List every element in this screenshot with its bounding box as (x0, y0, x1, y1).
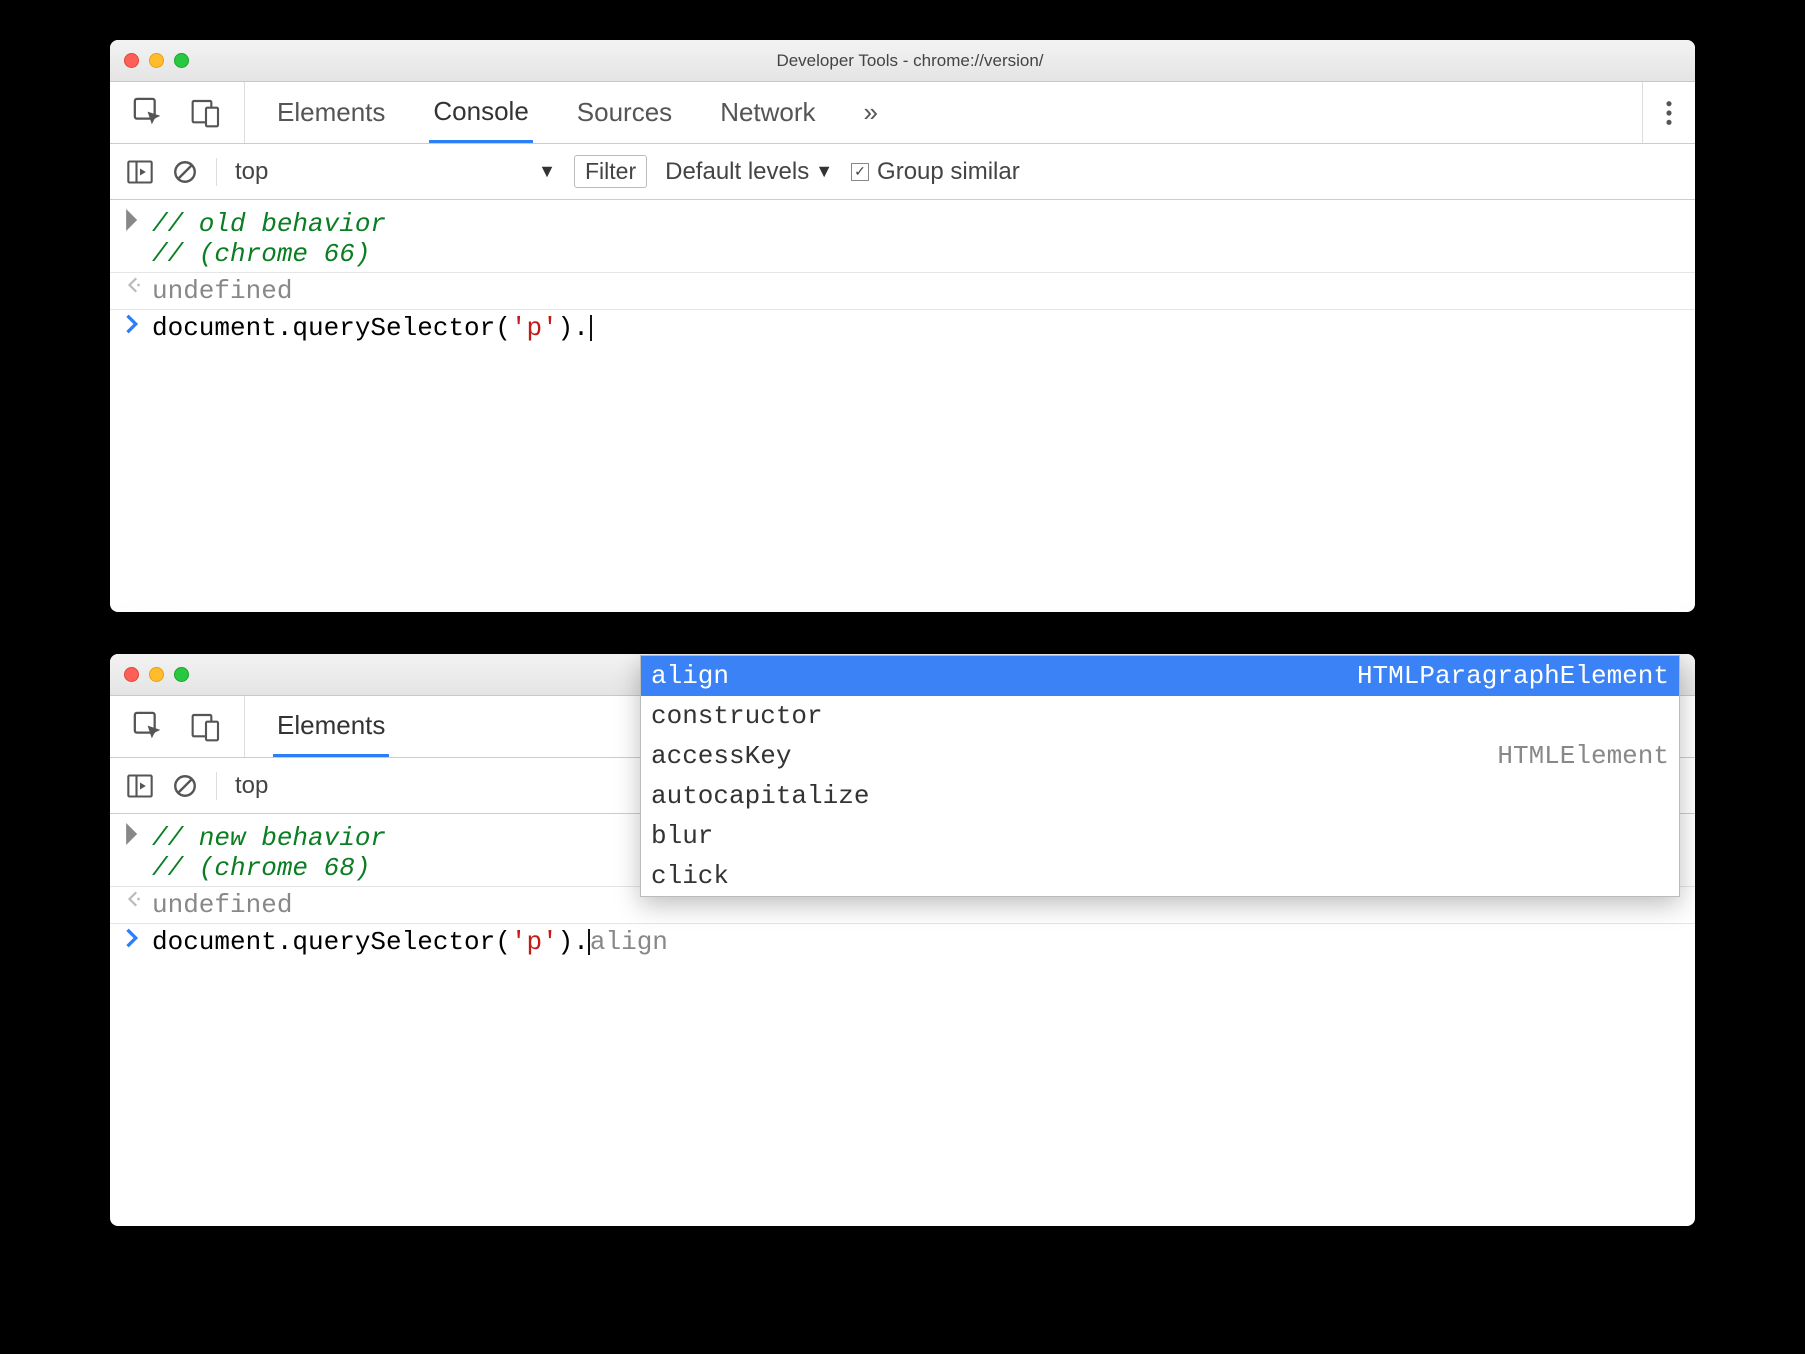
titlebar: Developer Tools - chrome://version/ (110, 40, 1695, 82)
clear-console-icon[interactable] (172, 773, 198, 799)
tab-network[interactable]: Network (716, 82, 819, 143)
prompt-icon (126, 927, 152, 949)
result-icon (126, 276, 152, 294)
context-label: top (235, 772, 268, 800)
tab-sources[interactable]: Sources (573, 82, 676, 143)
panel-tabs: Elements Console Sources Network » (245, 82, 1642, 143)
devtools-window-new: DevTools - todomvc.com/examples/react/ E… (110, 654, 1695, 1226)
console-prompt[interactable]: document.querySelector('p'). (110, 312, 1695, 344)
ac-type: HTMLParagraphElement (1357, 661, 1669, 691)
inspect-element-icon[interactable] (132, 96, 166, 130)
traffic-lights (124, 667, 189, 682)
toggle-sidebar-icon[interactable] (126, 158, 154, 186)
context-selector[interactable]: top (216, 772, 396, 800)
result-value: undefined (152, 276, 292, 306)
context-label: top (235, 158, 268, 186)
kebab-menu-icon[interactable] (1665, 99, 1673, 127)
ac-label: align (651, 661, 729, 691)
tab-console[interactable]: Console (429, 82, 532, 143)
chevron-down-icon: ▼ (815, 161, 833, 182)
inspect-element-icon[interactable] (132, 710, 166, 744)
console-body: // new behavior // (chrome 68) undefined… (110, 814, 1695, 984)
ac-label: constructor (651, 701, 823, 731)
minimize-icon[interactable] (149, 53, 164, 68)
levels-label: Default levels (665, 158, 809, 186)
ac-label: blur (651, 821, 713, 851)
expand-icon[interactable] (126, 823, 152, 845)
autocomplete-item[interactable]: constructor (641, 696, 1679, 736)
tab-elements[interactable]: Elements (273, 82, 389, 143)
zoom-icon[interactable] (174, 667, 189, 682)
ac-label: accessKey (651, 741, 791, 771)
left-icons (110, 696, 245, 757)
toggle-sidebar-icon[interactable] (126, 772, 154, 800)
prompt-code: document.querySelector('p').align (152, 927, 668, 957)
tab-elements[interactable]: Elements (273, 696, 389, 757)
device-toolbar-icon[interactable] (190, 711, 222, 743)
devtools-window-old: Developer Tools - chrome://version/ Elem… (110, 40, 1695, 612)
console-entry: // old behavior // (chrome 66) (110, 208, 1695, 270)
main-toolbar: Elements Console Sources Network » (110, 82, 1695, 144)
ac-type: HTMLElement (1497, 741, 1669, 771)
autocomplete-popup: align HTMLParagraphElement constructor a… (640, 655, 1680, 897)
clear-console-icon[interactable] (172, 159, 198, 185)
autocomplete-item[interactable]: accessKey HTMLElement (641, 736, 1679, 776)
close-icon[interactable] (124, 667, 139, 682)
prompt-icon (126, 313, 152, 335)
left-icons (110, 82, 245, 143)
console-toolbar: top ▼ Filter Default levels ▼ ✓ Group si… (110, 144, 1695, 200)
result-icon (126, 890, 152, 908)
checkbox-checked-icon: ✓ (851, 163, 869, 181)
log-levels-dropdown[interactable]: Default levels ▼ (665, 158, 833, 186)
zoom-icon[interactable] (174, 53, 189, 68)
autocomplete-item[interactable]: blur (641, 816, 1679, 856)
filter-input[interactable]: Filter (574, 155, 647, 188)
more-tabs-icon[interactable]: » (860, 97, 882, 128)
console-code: // old behavior // (chrome 66) (152, 209, 386, 269)
chevron-down-icon: ▼ (538, 161, 556, 182)
expand-icon[interactable] (126, 209, 152, 231)
autocomplete-item[interactable]: autocapitalize (641, 776, 1679, 816)
console-code: // new behavior // (chrome 68) (152, 823, 386, 883)
minimize-icon[interactable] (149, 667, 164, 682)
window-title: Developer Tools - chrome://version/ (189, 51, 1631, 71)
close-icon[interactable] (124, 53, 139, 68)
console-prompt[interactable]: document.querySelector('p').align (110, 926, 1695, 958)
device-toolbar-icon[interactable] (190, 97, 222, 129)
result-value: undefined (152, 890, 292, 920)
prompt-code: document.querySelector('p'). (152, 313, 592, 343)
autocomplete-item[interactable]: click (641, 856, 1679, 896)
context-selector[interactable]: top ▼ (216, 158, 556, 186)
traffic-lights (124, 53, 189, 68)
ac-label: click (651, 861, 729, 891)
group-similar-label: Group similar (877, 158, 1020, 186)
console-body: // old behavior // (chrome 66) undefined… (110, 200, 1695, 370)
right-icons (1642, 82, 1695, 143)
ac-label: autocapitalize (651, 781, 869, 811)
autocomplete-item[interactable]: align HTMLParagraphElement (641, 656, 1679, 696)
group-similar-toggle[interactable]: ✓ Group similar (851, 158, 1020, 186)
console-result: undefined (110, 275, 1695, 307)
